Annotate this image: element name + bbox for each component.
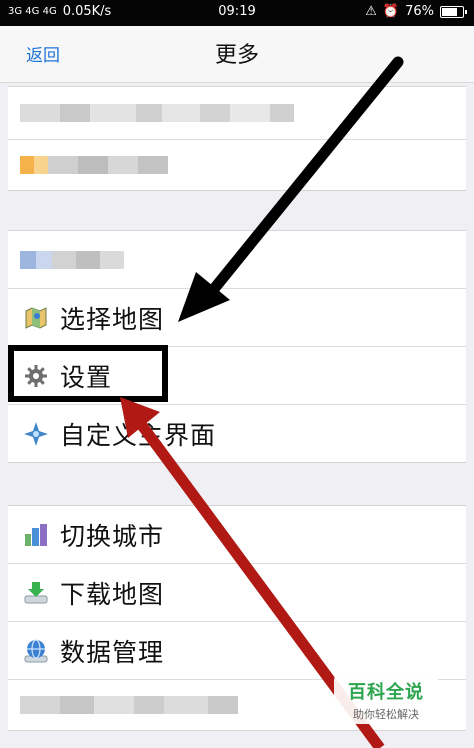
blurred-row-user[interactable] (8, 140, 466, 190)
settings-item[interactable]: 设置 (8, 347, 466, 405)
city-icon (22, 521, 50, 549)
map-icon (22, 304, 50, 332)
watermark-subtitle: 助你轻松解决 (353, 708, 419, 721)
data-management-item[interactable]: 数据管理 (8, 622, 466, 680)
compass-icon (22, 420, 50, 448)
blurred-content (20, 156, 168, 174)
customize-home-label: 自定义主界面 (60, 420, 217, 450)
mute-icon: ⚠ (365, 4, 377, 19)
download-map-label: 下载地图 (60, 579, 165, 609)
select-map-label: 选择地图 (60, 304, 165, 334)
gear-icon (22, 362, 50, 390)
customize-home-item[interactable]: 自定义主界面 (8, 405, 466, 462)
data-management-label: 数据管理 (60, 637, 165, 667)
nav-bar: 返回 更多 (0, 26, 474, 83)
status-bar: 3G 4G 4G 0.05K/s 09:19 ⚠ ⏰ 76% (0, 0, 474, 26)
download-icon (22, 579, 50, 607)
page-title: 更多 (214, 43, 259, 68)
watermark-title: 百科全说 (348, 682, 424, 703)
settings-label: 设置 (60, 362, 113, 392)
signal-icon: 3G 4G 4G (8, 6, 57, 17)
alarm-icon: ⏰ (382, 4, 400, 19)
blurred-row-account[interactable] (8, 87, 466, 140)
network-speed: 0.05K/s (62, 4, 112, 19)
globe-icon (22, 637, 50, 665)
switch-city-label: 切换城市 (60, 521, 165, 551)
blurred-row-offline[interactable] (8, 231, 466, 289)
blurred-content (20, 696, 238, 714)
back-button[interactable]: 返回 (26, 41, 60, 66)
account-group (8, 86, 466, 191)
blurred-content (20, 104, 294, 122)
battery-percent: 76% (405, 4, 434, 19)
download-map-item[interactable]: 下载地图 (8, 564, 466, 622)
clock: 09:19 (218, 4, 256, 19)
blurred-content (20, 250, 124, 269)
switch-city-item[interactable]: 切换城市 (8, 506, 466, 564)
watermark-logo: 百科全说 助你轻松解决 (334, 676, 438, 724)
map-settings-group: 选择地图 设置 自定义主界面 (8, 230, 466, 463)
battery-icon (440, 5, 467, 18)
select-map-item[interactable]: 选择地图 (8, 289, 466, 347)
